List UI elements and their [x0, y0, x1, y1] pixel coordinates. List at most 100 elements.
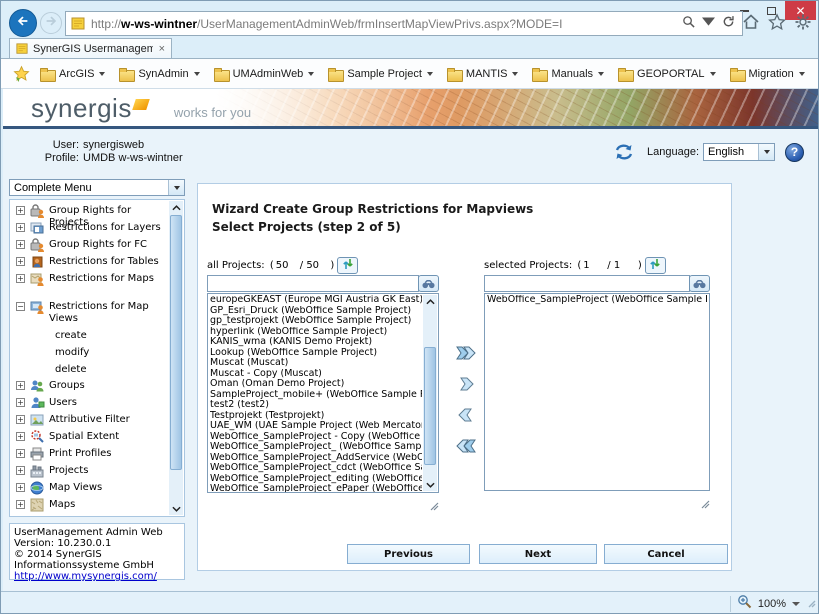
- expand-icon[interactable]: +: [16, 257, 25, 266]
- favorites-item-mantis[interactable]: MANTIS: [447, 68, 519, 80]
- search-dropdown-button[interactable]: [698, 14, 718, 34]
- favorites-item-synadmin[interactable]: SynAdmin: [119, 68, 199, 80]
- sidebar-item-restrictions-for-map-views[interactable]: −Restrictions for Map Views: [12, 299, 168, 327]
- list-option[interactable]: SampleProject_mobile+ (WebOffice Sample …: [210, 390, 422, 401]
- list-option[interactable]: WebOffice_SampleProject_AddService (WebO…: [210, 453, 422, 464]
- expand-icon[interactable]: +: [16, 500, 25, 509]
- zoom-level[interactable]: 100%: [758, 598, 786, 610]
- list-option[interactable]: WebOffice_SampleProject (WebOffice Sampl…: [487, 295, 707, 306]
- selected-projects-sort-button[interactable]: [645, 257, 666, 274]
- expand-icon[interactable]: +: [16, 206, 25, 215]
- all-projects-scroll-thumb[interactable]: [424, 347, 436, 465]
- selected-projects-resize-handle[interactable]: [700, 494, 710, 503]
- next-button[interactable]: Next: [479, 544, 597, 564]
- expand-icon[interactable]: +: [16, 398, 25, 407]
- expand-icon[interactable]: +: [16, 483, 25, 492]
- list-option[interactable]: WebOffice_SampleProject_editing (WebOffi…: [210, 474, 422, 485]
- menu-filter-select[interactable]: Complete Menu: [9, 179, 185, 196]
- list-option[interactable]: WebOffice_SampleProject_cdct (WebOffice …: [210, 463, 422, 474]
- list-option[interactable]: Oman (Oman Demo Project): [210, 379, 422, 390]
- sidebar-item-attributive-filter[interactable]: +Attributive Filter: [12, 412, 168, 429]
- expand-icon[interactable]: +: [16, 240, 25, 249]
- all-projects-sort-button[interactable]: [337, 257, 358, 274]
- expand-icon[interactable]: +: [16, 223, 25, 232]
- sidebar-item-restrictions-for-tables[interactable]: +Restrictions for Tables: [12, 254, 168, 271]
- sidebar-item-spatial-extent[interactable]: +Spatial Extent: [12, 429, 168, 446]
- sidebar-item-projects[interactable]: +Projects: [12, 463, 168, 480]
- list-option[interactable]: test2 (test2): [210, 400, 422, 411]
- sidebar-item-groups[interactable]: +Groups: [12, 378, 168, 395]
- scroll-down-icon[interactable]: [169, 502, 183, 515]
- all-projects-resize-handle[interactable]: [429, 496, 439, 505]
- tree-scroll-thumb[interactable]: [170, 215, 182, 470]
- settings-button[interactable]: [793, 15, 812, 34]
- favorites-item-geoportal[interactable]: GEOPORTAL: [618, 68, 715, 80]
- sidebar-item-restrictions-for-layers[interactable]: +Restrictions for Layers: [12, 220, 168, 237]
- sidebar-item-create[interactable]: create: [12, 327, 168, 344]
- selected-projects-search-button[interactable]: [689, 275, 710, 292]
- expand-icon[interactable]: +: [16, 449, 25, 458]
- list-option[interactable]: Muscat (Muscat): [210, 358, 422, 369]
- move-left-button[interactable]: [454, 406, 478, 424]
- move-all-right-button[interactable]: [454, 344, 478, 362]
- sidebar-item-maps[interactable]: +Maps: [12, 497, 168, 514]
- sidebar-item-group-rights-for-fc[interactable]: +Group Rights for FC: [12, 237, 168, 254]
- refresh-button[interactable]: [718, 14, 738, 34]
- expand-icon[interactable]: +: [16, 466, 25, 475]
- expand-icon[interactable]: +: [16, 381, 25, 390]
- list-option[interactable]: gp_testprojekt (WebOffice Sample Project…: [210, 316, 422, 327]
- help-button[interactable]: ?: [785, 143, 804, 162]
- list-option[interactable]: Muscat - Copy (Muscat): [210, 369, 422, 380]
- scroll-down-icon[interactable]: [423, 478, 437, 491]
- selected-projects-listbox[interactable]: WebOffice_SampleProject (WebOffice Sampl…: [484, 293, 710, 491]
- sidebar-item-print-profiles[interactable]: +Print Profiles: [12, 446, 168, 463]
- list-option[interactable]: UAE_WM (UAE Sample Project (Web Mercator…: [210, 421, 422, 432]
- list-option[interactable]: WebOffice_SampleProject_ (WebOffice Samp…: [210, 442, 422, 453]
- zoom-caret-icon[interactable]: [792, 602, 800, 606]
- all-projects-scrollbar[interactable]: [423, 295, 437, 491]
- all-projects-listbox[interactable]: europeGKEAST (Europe MGI Austria GK East…: [207, 293, 439, 493]
- browser-tab[interactable]: SynerGIS Usermanagement ... ×: [9, 38, 172, 59]
- list-option[interactable]: WebOffice_SampleProject - Copy (WebOffic…: [210, 432, 422, 443]
- address-bar[interactable]: http://w-ws-wintner/UserManagementAdminW…: [65, 11, 743, 36]
- list-option[interactable]: Testprojekt (Testprojekt): [210, 411, 422, 422]
- list-option[interactable]: europeGKEAST (Europe MGI Austria GK East…: [210, 295, 422, 306]
- favorites-item-migration[interactable]: Migration: [730, 68, 805, 80]
- favorites-item-arcgis[interactable]: ArcGIS: [40, 68, 105, 80]
- tab-close-icon[interactable]: ×: [159, 43, 165, 55]
- tree-scrollbar[interactable]: [169, 201, 183, 515]
- move-all-left-button[interactable]: [454, 437, 478, 455]
- favorites-item-manuals[interactable]: Manuals: [532, 68, 604, 80]
- synergis-link[interactable]: http://www.mysynergis.com/: [14, 571, 157, 582]
- list-option[interactable]: GP_Esri_Druck (WebOffice Sample Project): [210, 306, 422, 317]
- sidebar-item-delete[interactable]: delete: [12, 361, 168, 378]
- sidebar-item-modify[interactable]: modify: [12, 344, 168, 361]
- favorites-button[interactable]: [767, 15, 786, 34]
- all-projects-search-button[interactable]: [418, 275, 439, 292]
- expand-icon[interactable]: +: [16, 432, 25, 441]
- list-option[interactable]: KANIS_wma (KANIS Demo Projekt): [210, 337, 422, 348]
- collapse-icon[interactable]: −: [16, 302, 25, 311]
- sidebar-item-users[interactable]: +Users: [12, 395, 168, 412]
- list-option[interactable]: Lookup (WebOffice Sample Project): [210, 348, 422, 359]
- home-button[interactable]: [741, 15, 760, 34]
- expand-icon[interactable]: +: [16, 274, 25, 283]
- search-button[interactable]: [678, 14, 698, 34]
- scroll-up-icon[interactable]: [169, 201, 183, 214]
- window-resize-grip[interactable]: [806, 595, 816, 613]
- language-select[interactable]: English: [703, 143, 775, 161]
- back-button[interactable]: [9, 9, 37, 37]
- sidebar-item-group-rights-for-projects[interactable]: +Group Rights for Projects: [12, 203, 168, 220]
- list-option[interactable]: WebOffice_SampleProject_ePaper (WebOffic…: [210, 484, 422, 493]
- zoom-icon[interactable]: [737, 594, 752, 614]
- sidebar-item-restrictions-for-maps[interactable]: +Restrictions for Maps: [12, 271, 168, 299]
- all-projects-filter-input[interactable]: [207, 275, 419, 292]
- sidebar-item-map-views[interactable]: +Map Views: [12, 480, 168, 497]
- cancel-button[interactable]: Cancel: [604, 544, 728, 564]
- favorites-item-sample-project[interactable]: Sample Project: [328, 68, 433, 80]
- list-option[interactable]: hyperlink (WebOffice Sample Project): [210, 327, 422, 338]
- favorites-star-icon[interactable]: [13, 65, 30, 82]
- reload-language-icon[interactable]: [613, 142, 635, 162]
- selected-projects-filter-input[interactable]: [484, 275, 690, 292]
- previous-button[interactable]: Previous: [347, 544, 470, 564]
